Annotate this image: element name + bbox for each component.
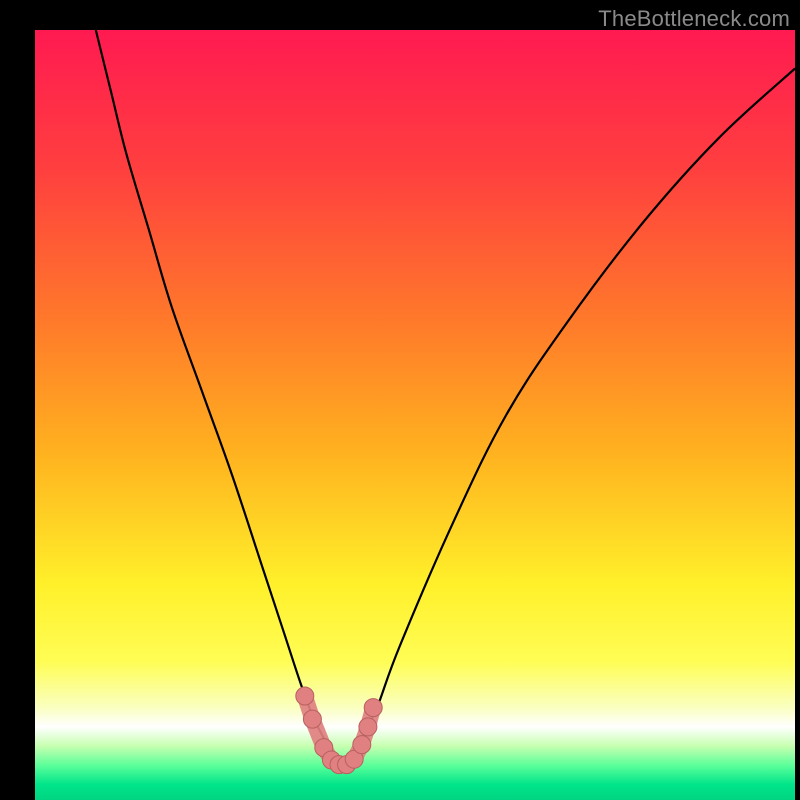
plot-area xyxy=(35,30,795,800)
outer-frame: TheBottleneck.com xyxy=(0,0,800,800)
marker-point xyxy=(353,736,371,754)
watermark-text: TheBottleneck.com xyxy=(598,6,790,32)
marker-point xyxy=(303,710,321,728)
marker-point xyxy=(359,718,377,736)
chart-svg xyxy=(35,30,795,800)
bottleneck-curve xyxy=(96,30,795,763)
marker-point xyxy=(364,699,382,717)
marker-point xyxy=(296,687,314,705)
